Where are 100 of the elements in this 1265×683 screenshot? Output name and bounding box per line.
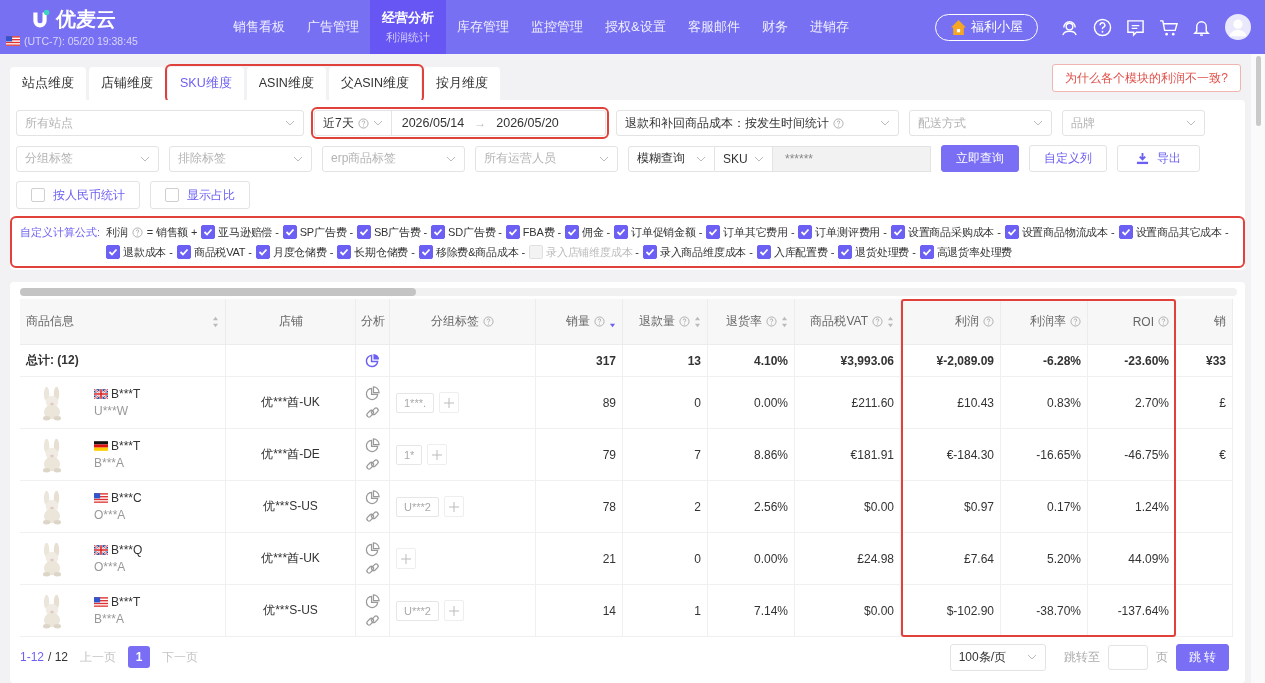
formula-operator: - [791, 225, 795, 240]
checkbox[interactable] [356, 225, 371, 239]
product-asin[interactable]: B***Q [111, 543, 143, 557]
checkmark-icon [202, 226, 215, 238]
search-field-select[interactable]: SKU [715, 145, 773, 172]
product-asin[interactable]: B***T [111, 439, 141, 453]
link-icon[interactable] [365, 508, 380, 524]
checkbox[interactable] [1004, 225, 1019, 239]
cost-mode-select[interactable]: 退款和补回商品成本：按发生时间统计 [616, 110, 899, 136]
product-asin[interactable]: B***T [111, 387, 141, 401]
tag-select[interactable]: 排除标签 [169, 145, 312, 172]
jump-button[interactable]: 跳 转 [1175, 643, 1229, 671]
search-input[interactable]: ****** [773, 145, 931, 172]
tab[interactable]: 站点维度 [10, 67, 86, 100]
tab[interactable]: ASIN维度 [246, 67, 326, 100]
checkbox[interactable] [418, 245, 433, 259]
table-cell: 总计: (12) [20, 345, 226, 377]
checkbox[interactable] [176, 245, 191, 259]
message-icon[interactable] [1126, 17, 1145, 37]
tag-chip[interactable]: 1***. [396, 392, 435, 413]
tag-select[interactable]: erp商品标签 [322, 145, 465, 172]
help-icon [983, 316, 994, 327]
option-toggle[interactable]: 按人民币统计 [16, 181, 140, 209]
end-date[interactable]: 2026/05/20 [486, 116, 569, 130]
checkbox[interactable] [919, 245, 934, 259]
nav-item[interactable]: 广告管理 [296, 0, 370, 54]
table-cell: 79 [536, 429, 623, 481]
checkbox[interactable] [505, 225, 520, 239]
page-size-select[interactable]: 100条/页 [949, 643, 1046, 671]
help-icon[interactable] [1093, 17, 1112, 37]
tag-select[interactable]: 分组标签 [16, 145, 159, 172]
checkbox[interactable] [613, 225, 628, 239]
pie-chart-icon[interactable] [365, 353, 380, 368]
checkbox[interactable] [756, 245, 771, 259]
tag-chip[interactable]: U***2 [396, 600, 439, 621]
checkbox[interactable] [890, 225, 905, 239]
column-title: 销 [1214, 313, 1226, 330]
checkbox[interactable] [255, 245, 270, 259]
scrollbar[interactable] [1251, 54, 1265, 683]
link-icon[interactable] [365, 404, 380, 420]
tag-chip[interactable]: 1* [396, 444, 423, 465]
tab[interactable]: SKU维度 [168, 67, 244, 100]
pie-chart-icon[interactable] [365, 489, 380, 505]
nav-item[interactable]: 监控管理 [520, 0, 594, 54]
date-range-picker[interactable]: 近7天 2026/05/14 → 2026/05/20 [314, 110, 606, 136]
pie-chart-icon[interactable] [365, 541, 380, 557]
date-preset-select[interactable]: 近7天 [315, 111, 392, 135]
checkbox[interactable] [282, 225, 297, 239]
nav-item[interactable]: 库存管理 [446, 0, 520, 54]
brand-select[interactable]: 品牌 [1062, 110, 1205, 136]
tab[interactable]: 按月维度 [424, 67, 501, 100]
checkbox[interactable] [106, 245, 121, 259]
tab[interactable]: 父ASIN维度 [328, 67, 422, 100]
checkbox[interactable] [838, 245, 853, 259]
checkbox[interactable] [337, 245, 352, 259]
checkmark-icon [357, 226, 370, 238]
link-icon[interactable] [365, 612, 380, 628]
nav-item[interactable]: 财务 [750, 0, 799, 54]
nav-item[interactable]: 客服邮件 [676, 0, 751, 54]
nav-item[interactable]: 销售看板 [222, 0, 296, 54]
custom-columns-button[interactable]: 自定义列 [1029, 145, 1107, 172]
nav-item[interactable]: 进销存 [798, 0, 860, 54]
checkbox[interactable] [431, 225, 446, 239]
checkbox[interactable] [201, 225, 216, 239]
query-button[interactable]: 立即查询 [941, 145, 1019, 172]
link-icon[interactable] [365, 560, 380, 576]
pie-chart-icon[interactable] [365, 437, 380, 453]
table-cell: $0.00 [795, 585, 901, 637]
checkbox[interactable] [564, 225, 579, 239]
pie-chart-icon[interactable] [365, 385, 380, 401]
cart-icon[interactable] [1159, 17, 1178, 37]
checkbox[interactable] [1118, 225, 1133, 239]
checkmark-icon [1119, 226, 1132, 238]
page-input[interactable] [1107, 644, 1148, 670]
product-asin[interactable]: B***T [111, 595, 141, 609]
checkbox[interactable] [706, 225, 721, 239]
option-toggle[interactable]: 显示占比 [150, 181, 250, 209]
shipping-select[interactable]: 配送方式 [909, 110, 1052, 136]
pie-chart-icon[interactable] [365, 593, 380, 609]
tag-select[interactable]: 所有运营人员 [475, 145, 618, 172]
formula-operator: - [698, 225, 703, 240]
scrollbar[interactable] [20, 288, 1237, 296]
avatar-icon[interactable] [1225, 14, 1251, 40]
nav-item[interactable]: 授权&设置 [594, 0, 677, 54]
product-asin[interactable]: B***C [111, 491, 142, 505]
formula-operator: - [329, 245, 334, 260]
checkbox[interactable] [798, 225, 813, 239]
page-number[interactable]: 1 [128, 646, 151, 668]
match-mode-select[interactable]: 模糊查询 [628, 145, 715, 172]
notice-button[interactable]: 为什么各个模块的利润不一致? [1052, 64, 1241, 92]
start-date[interactable]: 2026/05/14 [391, 116, 475, 130]
table-cell: 2 [623, 481, 708, 533]
tag-chip[interactable]: U***2 [396, 496, 439, 517]
link-icon[interactable] [365, 456, 380, 472]
site-select[interactable]: 所有站点 [16, 110, 304, 136]
table-cell: 7.14% [708, 585, 795, 637]
export-button[interactable]: 导出 [1117, 145, 1200, 172]
nav-item[interactable]: 经营分析 利润统计 [370, 0, 446, 54]
tab[interactable]: 店铺维度 [89, 67, 165, 100]
checkbox[interactable] [642, 245, 657, 259]
